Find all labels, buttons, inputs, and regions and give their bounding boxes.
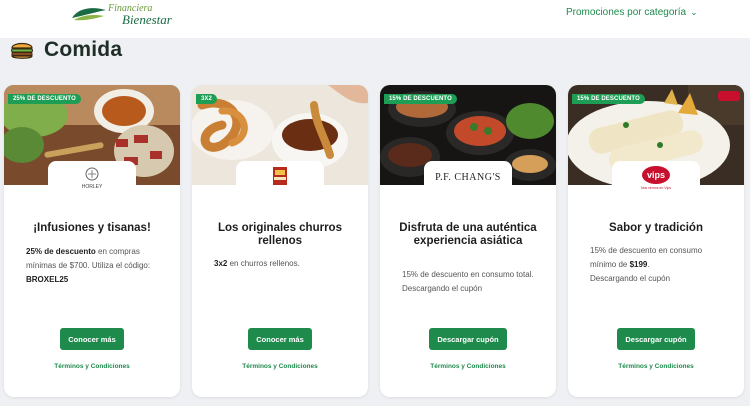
learn-more-button[interactable]: Conocer más [60, 328, 124, 350]
section-header: Comida [10, 36, 122, 64]
download-coupon-button[interactable]: Descargar cupón [429, 328, 507, 350]
promo-card-vips: 15% DE DESCUENTO vips Nos vemos en Vips … [568, 85, 744, 397]
card-description: 15% de descuento en consumo total. Desca… [402, 268, 542, 296]
promo-card-infusiones: 25% DE DESCUENTO HORLEY ¡Infusiones y ti… [4, 85, 180, 397]
promo-code: BROXEL25 [26, 275, 69, 284]
promo-category-dropdown[interactable]: Promociones por categoría ⌄ [566, 7, 698, 18]
terms-link[interactable]: Términos y Condiciones [568, 363, 744, 370]
discount-badge: 15% DE DESCUENTO [384, 94, 457, 104]
logo-leaf-icon [72, 8, 106, 21]
brand-name: vips [647, 170, 665, 180]
brand-logo-horley: HORLEY [48, 161, 136, 194]
desc-bold: $199 [629, 260, 648, 269]
desc-line2: Descargando el cupón [590, 274, 671, 283]
brand-logo-churreria [236, 161, 324, 194]
card-description: 3x2 en churros rellenos. [214, 257, 354, 271]
financiera-bienestar-logo[interactable]: Financiera Bienestar [70, 2, 180, 28]
top-bar: Financiera Bienestar Promociones por cat… [0, 0, 750, 38]
desc-bold: 3x2 [214, 259, 228, 268]
brand-logo-vips: vips Nos vemos en Vips [612, 161, 700, 194]
section-title: Comida [44, 38, 123, 61]
chevron-down-icon: ⌄ [690, 7, 698, 17]
desc-text: en churros rellenos. [227, 259, 300, 268]
burger-icon [11, 42, 33, 59]
download-coupon-button[interactable]: Descargar cupón [617, 328, 695, 350]
card-description: 25% de descuento en compras mínimas de $… [26, 245, 166, 287]
desc-bold: 25% de descuento [26, 247, 96, 256]
brand-name: HORLEY [82, 184, 103, 190]
brand-name: P.F. CHANG'S [435, 172, 501, 183]
terms-link[interactable]: Términos y Condiciones [192, 363, 368, 370]
desc-line1: 15% de descuento en consumo total. [402, 270, 534, 279]
terms-link[interactable]: Términos y Condiciones [4, 363, 180, 370]
discount-badge: 15% DE DESCUENTO [572, 94, 645, 104]
learn-more-button[interactable]: Conocer más [248, 328, 312, 350]
brand-logo-pfchangs: P.F. CHANG'S [424, 161, 512, 194]
promo-card-pfchangs: 15% DE DESCUENTO P.F. CHANG'S Disfruta d… [380, 85, 556, 397]
card-description: 15% de descuento en consumo mínimo de $1… [590, 244, 730, 286]
promo-category-label: Promociones por categoría [566, 7, 687, 18]
logo-text-line2: Bienestar [122, 12, 172, 27]
card-title: ¡Infusiones y tisanas! [33, 222, 151, 234]
desc-text-end: . [647, 260, 650, 269]
discount-badge: 3X2 [196, 94, 217, 104]
promo-card-churros: 3X2 Los originales churros rellenos 3x2 … [192, 85, 368, 397]
desc-line2: Descargando el cupón [402, 284, 483, 293]
card-title: Los originales churros rellenos [218, 222, 342, 247]
brand-tagline: Nos vemos en Vips [641, 186, 671, 190]
card-title: Sabor y tradición [609, 222, 703, 234]
card-title: Disfruta de una auténtica experiencia as… [399, 222, 537, 247]
terms-link[interactable]: Términos y Condiciones [380, 363, 556, 370]
discount-badge: 25% DE DESCUENTO [8, 94, 81, 104]
